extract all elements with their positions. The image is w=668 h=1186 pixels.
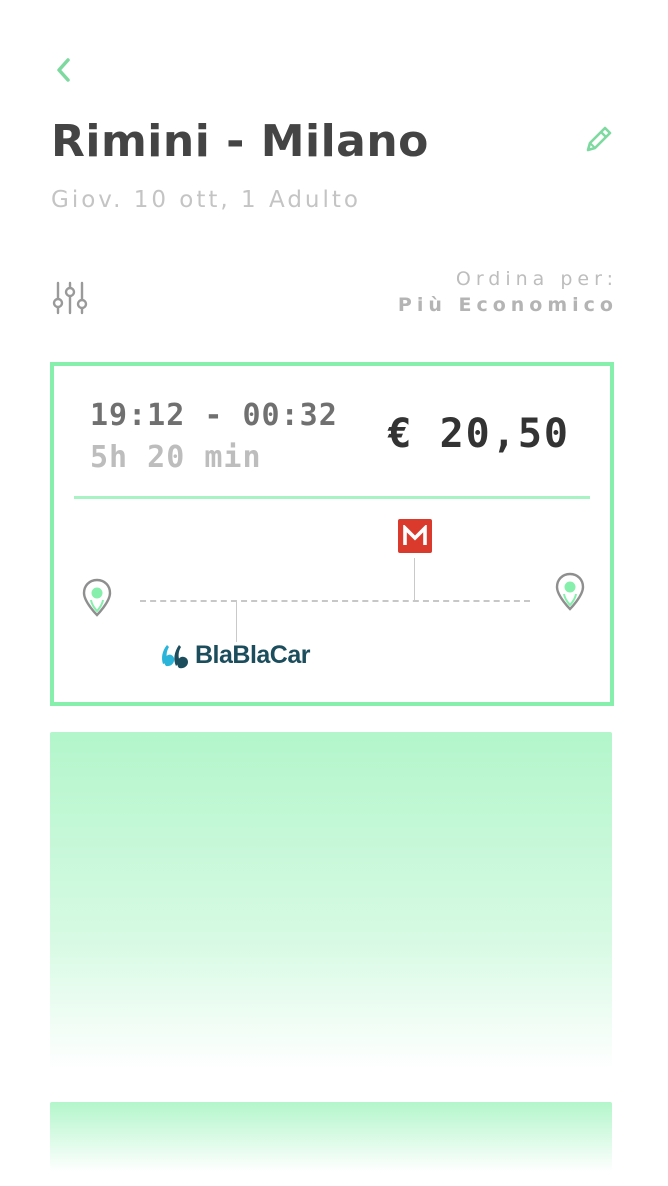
back-button[interactable] — [46, 52, 82, 88]
blablacar-label: BlaBlaCar — [195, 641, 311, 669]
trip-details: Giov. 10 ott, 1 Adulto — [51, 187, 361, 213]
departure-arrival-times: 19:12 - 00:32 — [90, 398, 338, 433]
trip-price: € 20,50 — [387, 411, 570, 457]
sort-selector[interactable]: Ordina per: Più Economico — [398, 266, 613, 318]
card-divider — [74, 496, 590, 499]
blablacar-logo: BlaBlaCar — [160, 640, 311, 670]
result-card[interactable]: 19:12 - 00:32 5h 20 min € 20,50 BlaBlaCa… — [50, 362, 614, 706]
metro-connector — [414, 558, 415, 600]
result-card-placeholder — [50, 1102, 612, 1172]
edit-search-button[interactable] — [578, 118, 620, 160]
chevron-left-icon — [57, 58, 70, 82]
map-pin-icon — [82, 578, 112, 617]
result-card-placeholder — [50, 732, 612, 1072]
trip-duration: 5h 20 min — [90, 440, 262, 475]
blablacar-icon — [162, 645, 188, 669]
pencil-icon — [586, 126, 612, 152]
sliders-icon — [52, 281, 88, 315]
metro-icon — [398, 519, 432, 553]
route-timeline: BlaBlaCar — [54, 506, 610, 702]
filter-button[interactable] — [48, 278, 92, 318]
map-pin-icon — [555, 572, 585, 611]
sort-label: Ordina per: — [455, 268, 618, 290]
sort-value: Più Economico — [397, 294, 618, 316]
blablacar-connector — [236, 602, 237, 642]
results-screen: Rimini - Milano Giov. 10 ott, 1 Adulto O… — [0, 0, 668, 1186]
route-line — [140, 600, 530, 602]
page-title: Rimini - Milano — [51, 116, 429, 167]
